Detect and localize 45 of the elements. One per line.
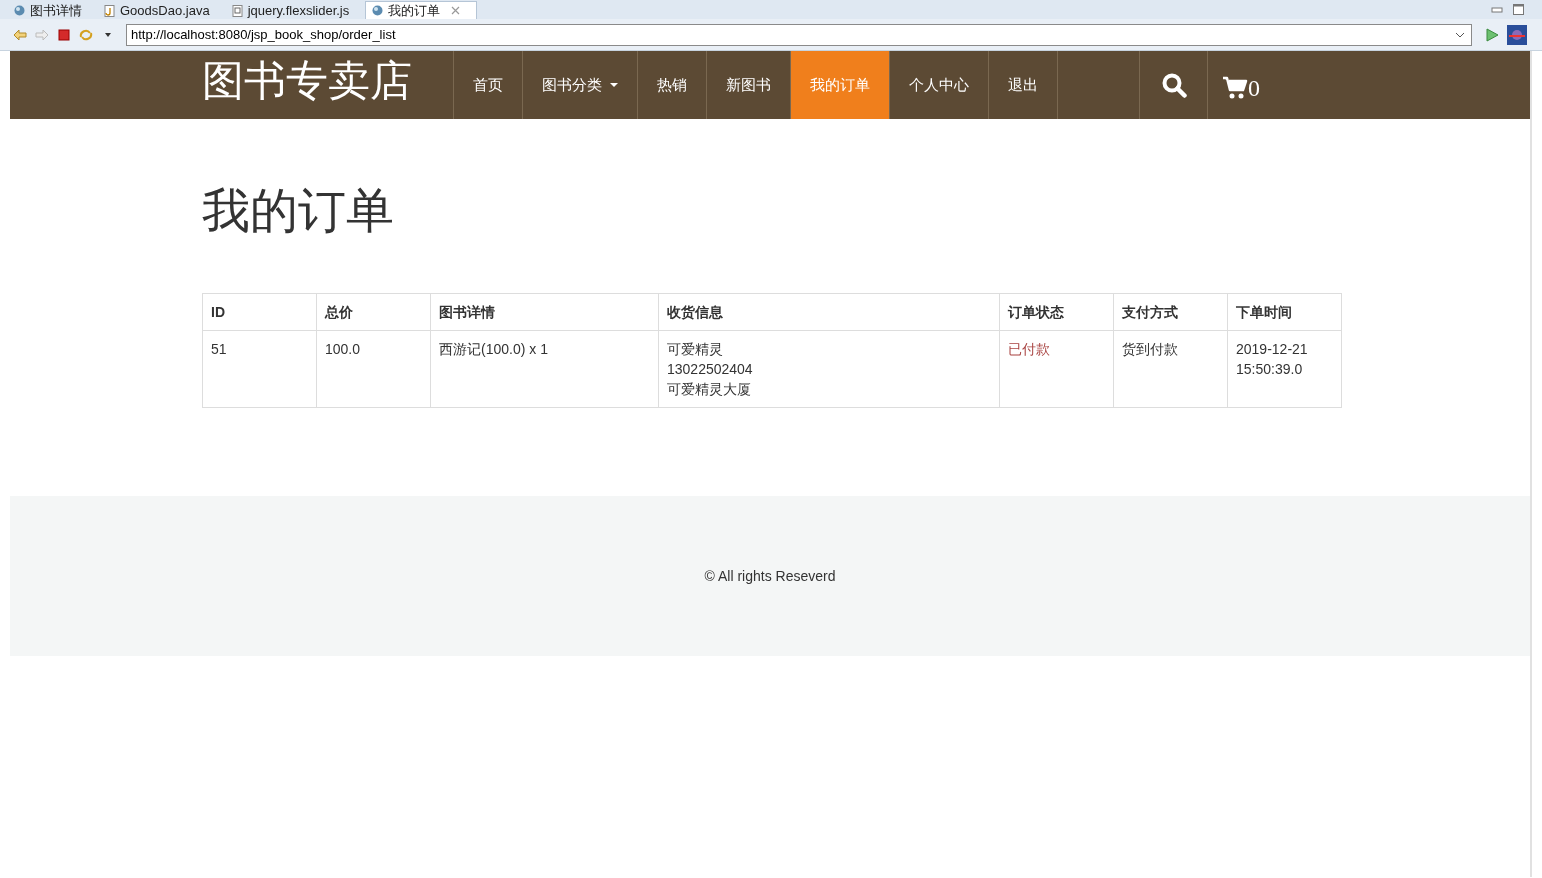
planet-icon — [1507, 24, 1527, 45]
column-header: 图书详情 — [430, 293, 659, 331]
page-heading: 我的订单 — [202, 183, 395, 239]
cart-button[interactable]: 0 — [1207, 51, 1274, 119]
chevron-down-icon — [1455, 31, 1465, 38]
play-icon — [1485, 27, 1499, 42]
nav-link[interactable]: 个人中心 — [890, 51, 989, 119]
stop-icon — [57, 28, 71, 41]
java-file-icon — [104, 4, 115, 17]
site-logo[interactable]: 图书专卖店 — [202, 51, 453, 119]
close-icon — [451, 6, 461, 15]
table-cell: 可爱精灵 13022502404 可爱精灵大厦 — [658, 330, 1000, 408]
nav-link[interactable]: 首页 — [454, 51, 523, 119]
script-file-icon — [231, 4, 243, 17]
maximize-icon — [1513, 4, 1524, 15]
browser-tab[interactable]: GoodsDao.java — [98, 2, 226, 19]
column-header: 收货信息 — [658, 293, 1000, 331]
table-cell: 货到付款 — [1113, 330, 1228, 408]
search-icon — [1160, 72, 1187, 98]
table-cell: 51 — [202, 330, 317, 408]
forward-icon — [35, 28, 49, 41]
cart-icon — [1222, 76, 1248, 100]
nav-link[interactable]: 图书分类 — [523, 51, 638, 119]
copyright-text: © All rights Reseverd — [704, 568, 836, 584]
column-header: 总价 — [316, 293, 431, 331]
column-header: ID — [202, 293, 317, 331]
table-cell: 西游记(100.0) x 1 — [430, 330, 659, 408]
column-header: 订单状态 — [999, 293, 1114, 331]
column-header: 支付方式 — [1113, 293, 1228, 331]
table-cell: 100.0 — [316, 330, 431, 408]
nav-link[interactable]: 退出 — [989, 51, 1058, 119]
globe-icon — [372, 5, 384, 16]
table-cell: 2019-12-21 15:50:39.0 — [1227, 330, 1342, 408]
address-field[interactable]: http://localhost:8080/jsp_book_shop/order_list — [126, 23, 1472, 46]
column-header: 下单时间 — [1227, 293, 1342, 331]
browser-button[interactable] — [1504, 22, 1530, 47]
browser-tab[interactable]: jquery.flexslider.js — [225, 2, 366, 19]
nav-link[interactable]: 热销 — [638, 51, 707, 119]
browser-tab[interactable]: 我的订单 — [365, 1, 478, 19]
browser-tab[interactable]: 图书详情 — [8, 2, 98, 19]
globe-icon — [14, 5, 25, 16]
refresh-icon — [79, 28, 93, 41]
table-cell: 已付款 — [999, 330, 1114, 408]
minimize-icon — [1491, 5, 1503, 14]
back-icon — [13, 28, 27, 41]
